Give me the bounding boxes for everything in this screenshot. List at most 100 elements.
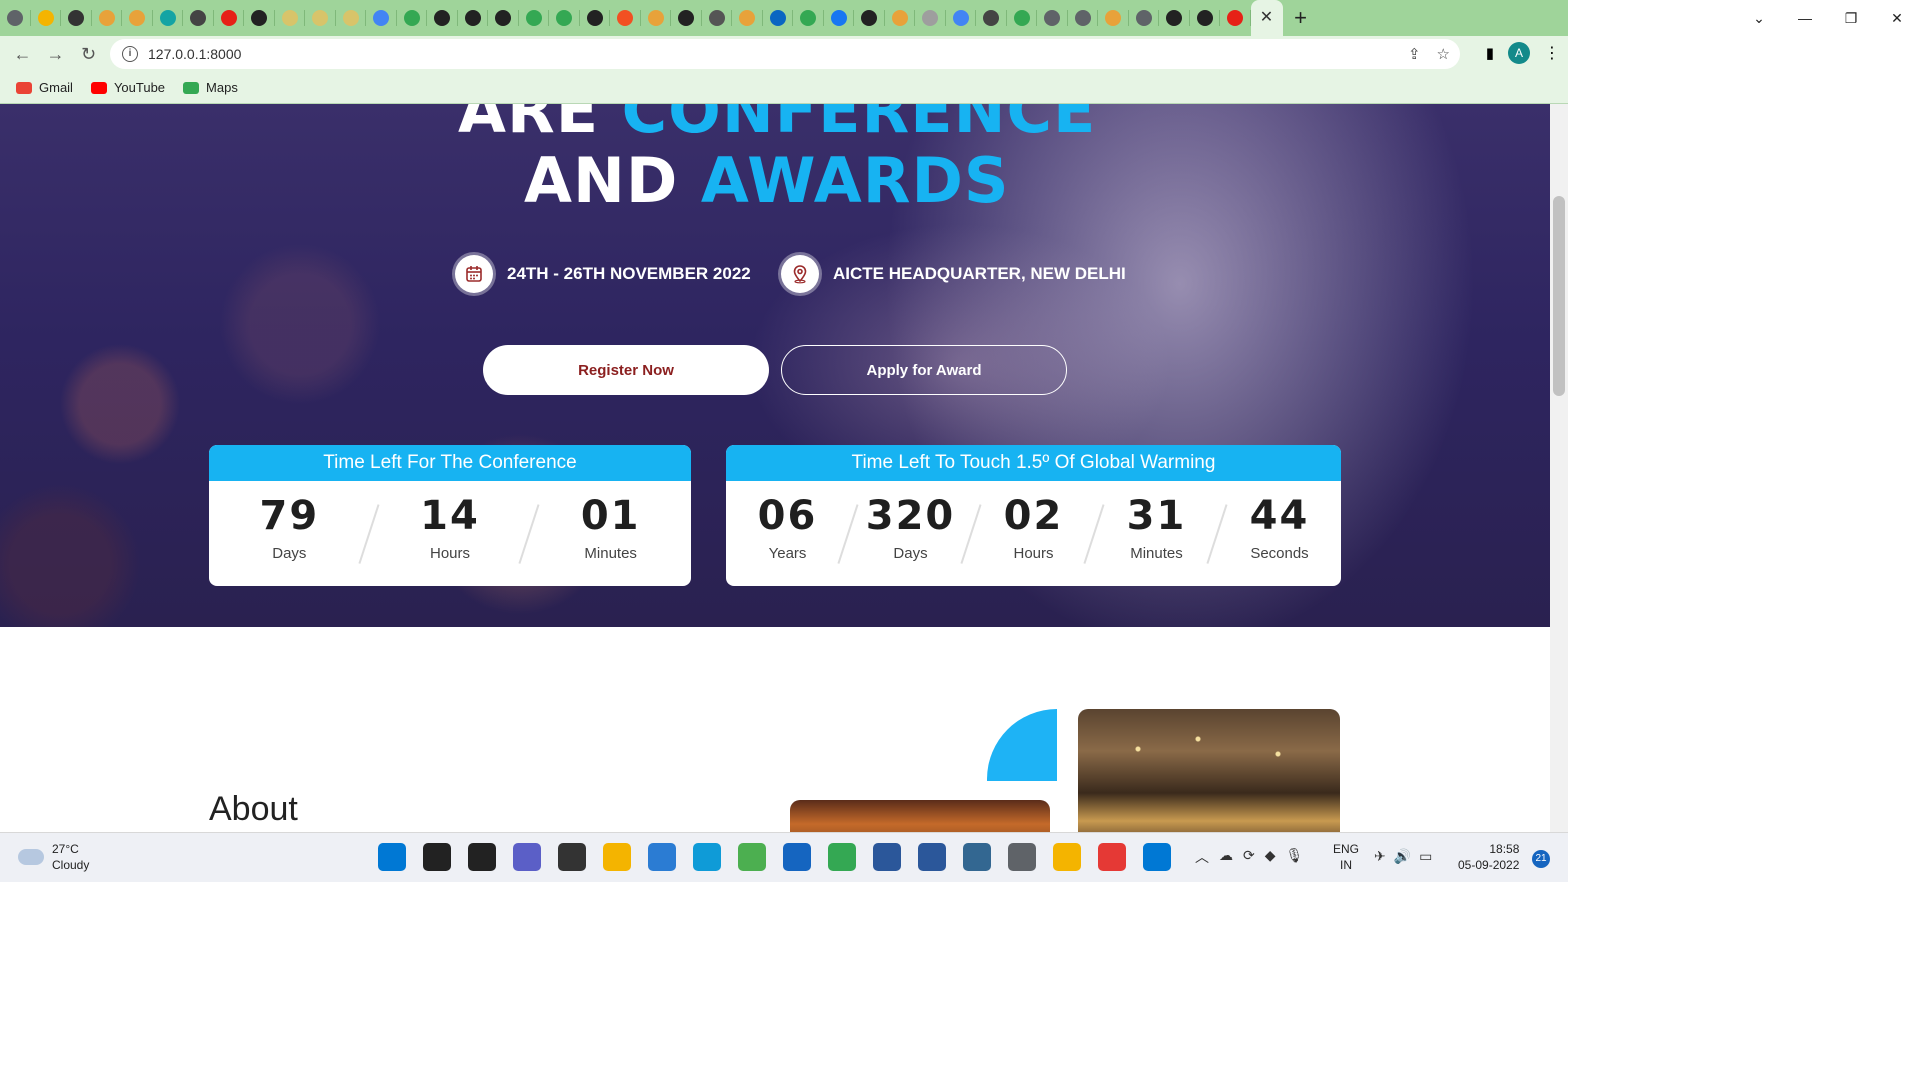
taskbar-app-icon[interactable]	[783, 843, 811, 871]
browser-tab[interactable]	[610, 0, 641, 36]
taskbar-app-icon[interactable]	[1098, 843, 1126, 871]
browser-tab[interactable]	[1007, 0, 1038, 36]
browser-tab[interactable]	[1037, 0, 1068, 36]
browser-tab[interactable]	[61, 0, 92, 36]
scroll-thumb[interactable]	[1553, 196, 1565, 396]
taskbar-app-icon[interactable]	[1008, 843, 1036, 871]
onedrive-icon[interactable]: ☁	[1219, 847, 1233, 867]
browser-tab[interactable]	[519, 0, 550, 36]
browser-tab[interactable]	[244, 0, 275, 36]
chevron-up-icon[interactable]: ︿	[1195, 847, 1209, 867]
apply-for-award-button[interactable]: Apply for Award	[781, 345, 1067, 395]
tab-search-icon[interactable]: ⌄	[1736, 10, 1782, 27]
microphone-icon[interactable]: 🎙	[1286, 847, 1304, 867]
clock[interactable]: 18:58 05-09-2022	[1458, 841, 1519, 873]
menu-icon[interactable]: ⋮	[1544, 43, 1560, 63]
taskbar-app-icon[interactable]	[738, 843, 766, 871]
taskbar-app-icon[interactable]	[648, 843, 676, 871]
browser-tab[interactable]	[549, 0, 580, 36]
event-location-text: AICTE HEADQUARTER, NEW DELHI	[833, 264, 1126, 283]
taskbar-app-icon[interactable]	[828, 843, 856, 871]
battery-icon[interactable]: ▭	[1419, 848, 1432, 865]
share-icon[interactable]: ⇪	[1408, 45, 1421, 63]
browser-tab[interactable]	[1129, 0, 1160, 36]
language-indicator[interactable]: ENG IN	[1333, 841, 1359, 873]
maximize-button[interactable]: ❐	[1828, 10, 1874, 27]
browser-tab[interactable]	[427, 0, 458, 36]
forward-button[interactable]: →	[39, 44, 72, 65]
taskbar-app-icon[interactable]	[558, 843, 586, 871]
weather-widget[interactable]: 27°C Cloudy	[18, 841, 89, 873]
browser-tab[interactable]	[0, 0, 31, 36]
browser-tab[interactable]	[915, 0, 946, 36]
browser-tab[interactable]	[122, 0, 153, 36]
browser-tab[interactable]	[488, 0, 519, 36]
browser-tab[interactable]	[183, 0, 214, 36]
taskbar-app-icon[interactable]	[423, 843, 451, 871]
new-tab-button[interactable]: +	[1283, 0, 1319, 36]
page-scrollbar[interactable]	[1550, 104, 1568, 832]
browser-tab[interactable]	[92, 0, 123, 36]
browser-tab[interactable]	[885, 0, 916, 36]
reload-button[interactable]: ↻	[72, 44, 105, 65]
taskbar-app-icon[interactable]	[693, 843, 721, 871]
taskbar-app-icon[interactable]	[603, 843, 631, 871]
browser-tab[interactable]	[1098, 0, 1129, 36]
browser-tab[interactable]	[671, 0, 702, 36]
tab-favicon-icon	[403, 10, 420, 26]
browser-tab[interactable]	[366, 0, 397, 36]
browser-tab[interactable]	[580, 0, 611, 36]
address-bar[interactable]: i 127.0.0.1:8000 ⇪ ☆	[110, 39, 1460, 69]
browser-tab[interactable]	[1190, 0, 1221, 36]
active-tab[interactable]: ✕	[1250, 0, 1283, 36]
sync-icon[interactable]: ⟳	[1243, 847, 1255, 867]
browser-tab[interactable]	[824, 0, 855, 36]
notification-badge[interactable]: 21	[1532, 850, 1550, 868]
minimize-button[interactable]: —	[1782, 10, 1828, 26]
browser-tab[interactable]	[458, 0, 489, 36]
browser-tab[interactable]	[793, 0, 824, 36]
close-tab-icon[interactable]: ✕	[1260, 10, 1273, 26]
browser-tab[interactable]	[854, 0, 885, 36]
bookmark-star-icon[interactable]: ☆	[1437, 45, 1450, 63]
browser-tab[interactable]	[1220, 0, 1251, 36]
browser-tab[interactable]	[1159, 0, 1190, 36]
site-info-icon[interactable]: i	[122, 46, 138, 62]
browser-tab[interactable]	[275, 0, 306, 36]
browser-tab[interactable]	[763, 0, 794, 36]
browser-tab[interactable]	[31, 0, 62, 36]
back-button[interactable]: ←	[6, 44, 39, 65]
browser-tab[interactable]	[641, 0, 672, 36]
browser-tab[interactable]	[732, 0, 763, 36]
browser-tab[interactable]	[976, 0, 1007, 36]
url-text[interactable]: 127.0.0.1:8000	[148, 46, 241, 62]
taskbar-app-icon[interactable]	[468, 843, 496, 871]
taskbar-app-icon[interactable]	[963, 843, 991, 871]
browser-tab[interactable]	[336, 0, 367, 36]
browser-tab[interactable]	[1068, 0, 1099, 36]
bookmark-maps[interactable]: Maps	[183, 80, 238, 95]
airplane-mode-icon[interactable]: ✈	[1374, 848, 1386, 865]
taskbar-app-icon[interactable]	[378, 843, 406, 871]
browser-tab[interactable]	[397, 0, 428, 36]
side-panel-icon[interactable]: ▮	[1486, 44, 1494, 62]
browser-tab[interactable]	[702, 0, 733, 36]
bookmark-youtube[interactable]: YouTube	[90, 80, 165, 95]
taskbar-app-icon[interactable]	[1143, 843, 1171, 871]
taskbar-app-icon[interactable]	[513, 843, 541, 871]
taskbar-app-icon[interactable]	[873, 843, 901, 871]
countdown-label: Minutes	[584, 545, 637, 562]
taskbar-app-icon[interactable]	[918, 843, 946, 871]
register-now-button[interactable]: Register Now	[483, 345, 769, 395]
profile-avatar[interactable]: A	[1508, 42, 1530, 64]
dropbox-icon[interactable]: ◆	[1265, 847, 1276, 867]
taskbar-app-icon[interactable]	[1053, 843, 1081, 871]
close-window-button[interactable]: ✕	[1874, 10, 1920, 27]
countdown-unit: 14 Hours	[370, 481, 531, 586]
browser-tab[interactable]	[305, 0, 336, 36]
volume-icon[interactable]: 🔊	[1394, 848, 1411, 865]
browser-tab[interactable]	[946, 0, 977, 36]
browser-tab[interactable]	[153, 0, 184, 36]
browser-tab[interactable]	[214, 0, 245, 36]
bookmark-gmail[interactable]: Gmail	[16, 80, 73, 95]
